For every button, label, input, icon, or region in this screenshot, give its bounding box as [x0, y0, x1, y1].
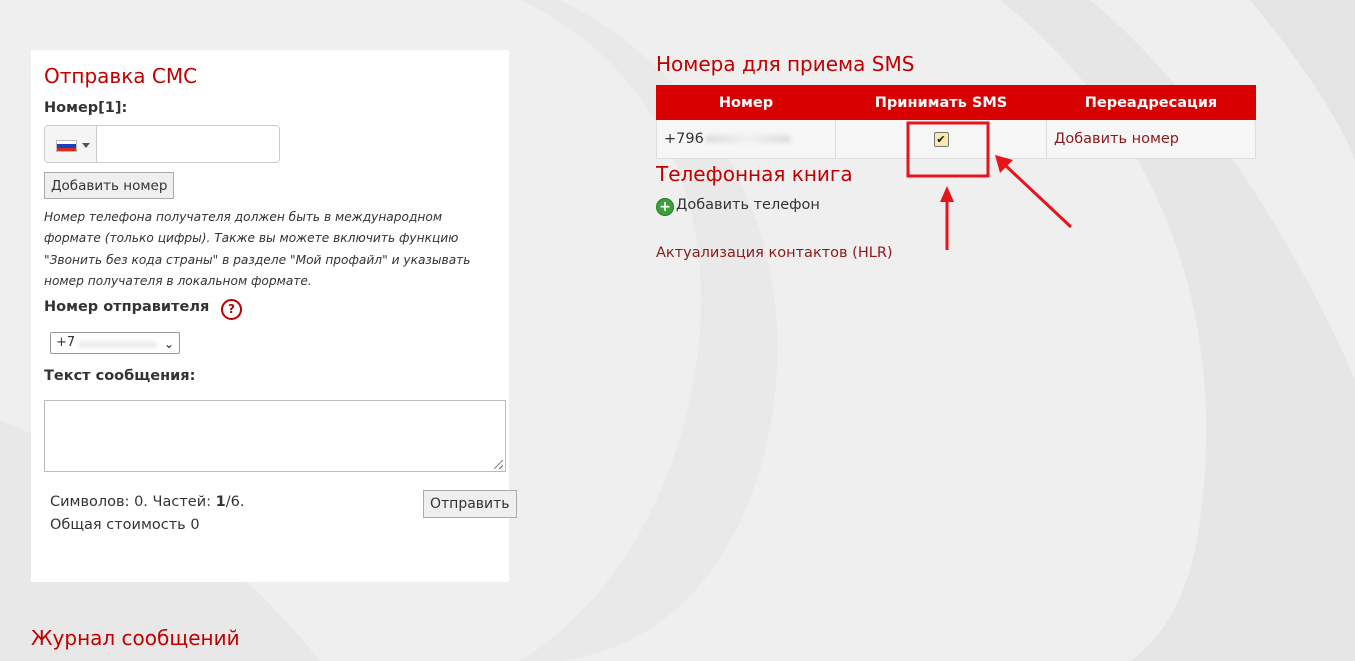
message-label: Текст сообщения:	[44, 368, 196, 384]
number-cell: +796	[656, 119, 836, 159]
table-row: +796 ✔ Добавить номер	[656, 119, 1256, 159]
total-cost: Общая стоимость 0	[50, 517, 200, 533]
sender-value: +7	[56, 335, 76, 350]
send-sms-panel: Отправка СМС Номер[1]: Добавить номер Но…	[31, 50, 517, 582]
add-forward-number-link[interactable]: Добавить номер	[1054, 131, 1179, 147]
phone-number-redacted	[705, 135, 790, 143]
sms-numbers-title: Номера для приема SMS	[656, 52, 915, 76]
plus-circle-icon: +	[656, 198, 674, 216]
checkmark-icon: ✔	[936, 133, 946, 146]
forwarding-cell: Добавить номер	[1046, 119, 1256, 159]
accept-sms-cell: ✔	[835, 119, 1047, 159]
resize-grip-icon[interactable]	[494, 460, 503, 469]
recipient-phone-input[interactable]	[44, 125, 280, 163]
parts-current: 1	[215, 494, 226, 510]
phone-number: +796	[664, 131, 704, 147]
journal-title: Журнал сообщений	[31, 626, 240, 650]
phone-format-hint: Номер телефона получателя должен быть в …	[44, 210, 471, 288]
hlr-update-link[interactable]: Актуализация контактов (HLR)	[656, 245, 893, 261]
flag-ru-icon	[56, 140, 77, 152]
message-textarea[interactable]	[44, 400, 506, 472]
column-header-forwarding: Переадресация	[1046, 85, 1256, 120]
chars-label: Символов: 0. Частей:	[50, 494, 216, 510]
add-number-button[interactable]: Добавить номер	[44, 172, 175, 199]
send-button[interactable]: Отправить	[423, 490, 517, 518]
sender-label: Номер отправителя	[44, 299, 210, 315]
send-sms-title: Отправка СМС	[44, 64, 198, 88]
sender-select[interactable]: +7 ⌄	[50, 332, 180, 354]
column-header-accept-sms: Принимать SMS	[835, 85, 1047, 120]
add-phone-label: Добавить телефон	[676, 197, 820, 213]
phonebook-title: Телефонная книга	[656, 162, 853, 186]
chevron-down-icon: ⌄	[163, 337, 174, 351]
message-counter: Символов: 0. Частей: 1/6. Общая стоимост…	[50, 491, 244, 537]
number-label: Номер[1]:	[44, 100, 128, 116]
country-selector[interactable]	[45, 126, 97, 162]
chars-parts-line: Символов: 0. Частей: 1/6.	[50, 491, 244, 514]
caret-down-icon	[82, 143, 90, 148]
sender-value-redacted	[79, 342, 157, 347]
parts-total: /6.	[225, 494, 245, 510]
add-phone-link[interactable]: + Добавить телефон	[656, 197, 820, 216]
accept-sms-checkbox[interactable]: ✔	[933, 132, 949, 147]
help-icon[interactable]: ?	[221, 299, 242, 320]
column-header-number: Номер	[656, 85, 836, 120]
sms-numbers-table: Номер Принимать SMS Переадресация +796 ✔…	[656, 85, 1256, 159]
